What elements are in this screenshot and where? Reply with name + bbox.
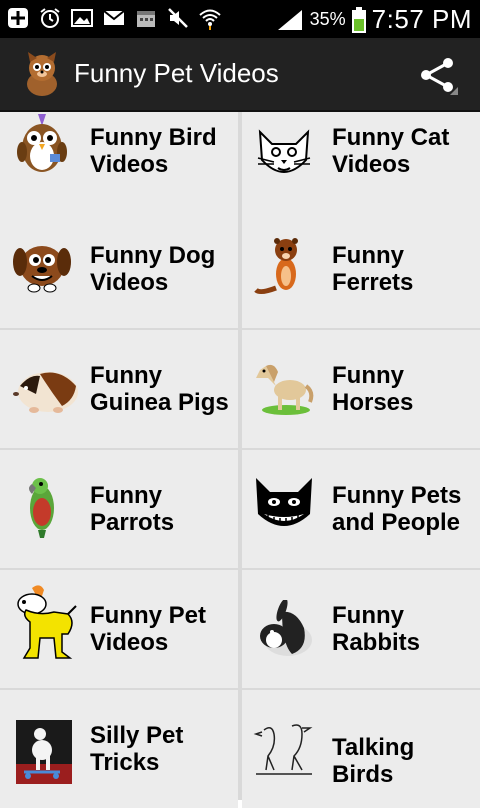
mute-icon <box>168 8 188 28</box>
wifi-icon <box>199 9 221 30</box>
tile-funny-guinea-pigs[interactable]: Funny Guinea Pigs <box>0 330 238 448</box>
notification-icons <box>6 6 222 30</box>
tile-label: Funny Ferrets <box>332 242 414 296</box>
poodle-icon <box>16 720 72 784</box>
rabbit-icon <box>260 600 312 656</box>
tile-label: Funny Cat Videos <box>332 124 450 178</box>
image-icon <box>71 9 93 27</box>
action-bar: Funny Pet Videos <box>0 38 480 112</box>
clock: 7:57 PM <box>371 4 472 34</box>
dog-icon <box>13 246 71 293</box>
yellow-dog-icon <box>17 585 77 659</box>
guinea-pig-icon <box>13 372 78 413</box>
status-bar: 35% 7:57 PM <box>0 0 480 38</box>
tile-label: Silly Pet Tricks <box>90 722 184 776</box>
share-icon[interactable] <box>418 55 458 95</box>
tile-label: Funny Guinea Pigs <box>90 362 229 416</box>
tile-silly-pet-tricks[interactable]: Silly Pet Tricks <box>0 690 238 808</box>
tile-funny-ferrets[interactable]: Funny Ferrets <box>242 210 480 328</box>
horse-icon <box>256 364 314 415</box>
cat-icon <box>257 129 311 173</box>
battery-icon <box>351 6 366 33</box>
tile-funny-rabbits[interactable]: Funny Rabbits <box>242 570 480 688</box>
tile-funny-parrots[interactable]: Funny Parrots <box>0 450 238 568</box>
email-icon <box>103 10 125 25</box>
system-indicators: 35% 7:57 PM <box>276 4 472 35</box>
tile-funny-dog-videos[interactable]: Funny Dog Videos <box>0 210 238 328</box>
tile-label: Funny Pets and People <box>332 482 462 536</box>
page-title: Funny Pet Videos <box>74 58 279 88</box>
bird-icon <box>17 114 67 172</box>
category-grid: Funny Bird Videos Funny Cat Videos Funny… <box>0 112 480 808</box>
calendar-icon <box>137 11 155 27</box>
add-icon <box>8 8 28 28</box>
battery-percent: 35% <box>309 9 346 29</box>
birds-sketch-icon <box>253 724 313 775</box>
app-logo-cat-icon <box>27 52 57 96</box>
tile-label: Funny Bird Videos <box>90 124 217 178</box>
parrot-icon <box>29 478 54 538</box>
tile-funny-horses[interactable]: Funny Horses <box>242 330 480 448</box>
tile-talking-birds[interactable]: Talking Birds <box>242 690 480 808</box>
tile-label: Funny Parrots <box>90 482 175 536</box>
tile-label: Funny Dog Videos <box>90 242 216 296</box>
tile-label: Talking Birds <box>332 734 415 788</box>
ferret-icon <box>254 238 298 295</box>
tile-funny-pets-and-people[interactable]: Funny Pets and People <box>242 450 480 568</box>
black-cat-icon <box>256 478 312 526</box>
tile-label: Funny Horses <box>332 362 414 416</box>
alarm-icon <box>40 8 60 28</box>
signal-icon <box>277 9 302 30</box>
tile-label: Funny Rabbits <box>332 602 421 656</box>
tile-funny-pet-videos[interactable]: Funny Pet Videos <box>0 570 238 688</box>
tile-label: Funny Pet Videos <box>90 602 207 656</box>
